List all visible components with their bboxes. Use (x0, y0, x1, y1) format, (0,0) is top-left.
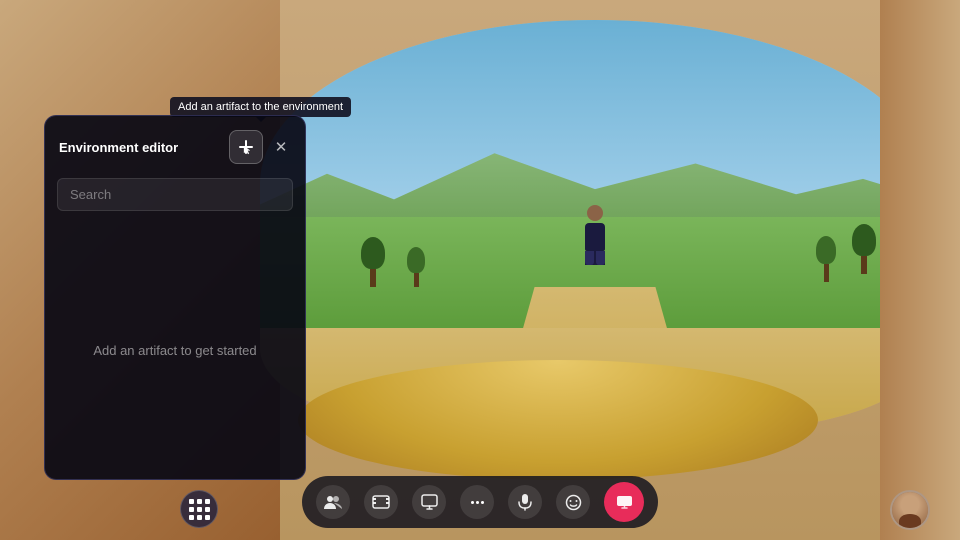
tree-1 (361, 237, 385, 287)
search-container (57, 178, 293, 211)
apps-button-container (180, 490, 218, 528)
screen-share-button[interactable] (604, 482, 644, 522)
people-icon (324, 494, 342, 510)
present-icon (421, 494, 438, 510)
screen-share-icon (616, 495, 633, 509)
more-button[interactable] (460, 485, 494, 519)
tree-4 (816, 236, 836, 282)
panel-body: Add an artifact to get started (45, 221, 305, 479)
sky (260, 20, 930, 205)
people-button[interactable] (316, 485, 350, 519)
avatar-figure (580, 205, 610, 265)
user-avatar-button[interactable] (890, 490, 930, 530)
emoji-icon (565, 494, 582, 511)
mic-button[interactable] (508, 485, 542, 519)
environment-editor-panel: Environment editor ✕ Add (44, 115, 306, 480)
user-avatar (892, 492, 928, 528)
user-avatar-container (890, 490, 930, 530)
toolbar (0, 480, 960, 540)
panel-actions: ✕ (229, 130, 291, 164)
scene-background: Add an artifact to the environment Envir… (0, 0, 960, 540)
apps-grid-icon (189, 499, 210, 520)
film-icon (372, 495, 390, 509)
add-artifact-button[interactable] (229, 130, 263, 164)
apps-grid-button[interactable] (180, 490, 218, 528)
search-input[interactable] (57, 178, 293, 211)
cursor-icon (243, 145, 253, 155)
center-toolbar (302, 476, 658, 528)
right-wall (880, 0, 960, 540)
emoji-button[interactable] (556, 485, 590, 519)
film-button[interactable] (364, 485, 398, 519)
avatar-body (899, 514, 921, 528)
panel-title: Environment editor (59, 140, 178, 155)
tree-2 (407, 247, 425, 287)
stage-platform (298, 360, 818, 480)
panel-header: Environment editor ✕ (45, 116, 305, 174)
more-icon (471, 501, 484, 504)
present-button[interactable] (412, 485, 446, 519)
close-panel-button[interactable]: ✕ (271, 137, 291, 157)
mic-icon (518, 493, 532, 511)
tree-3 (852, 224, 876, 274)
empty-state-message: Add an artifact to get started (93, 343, 256, 358)
